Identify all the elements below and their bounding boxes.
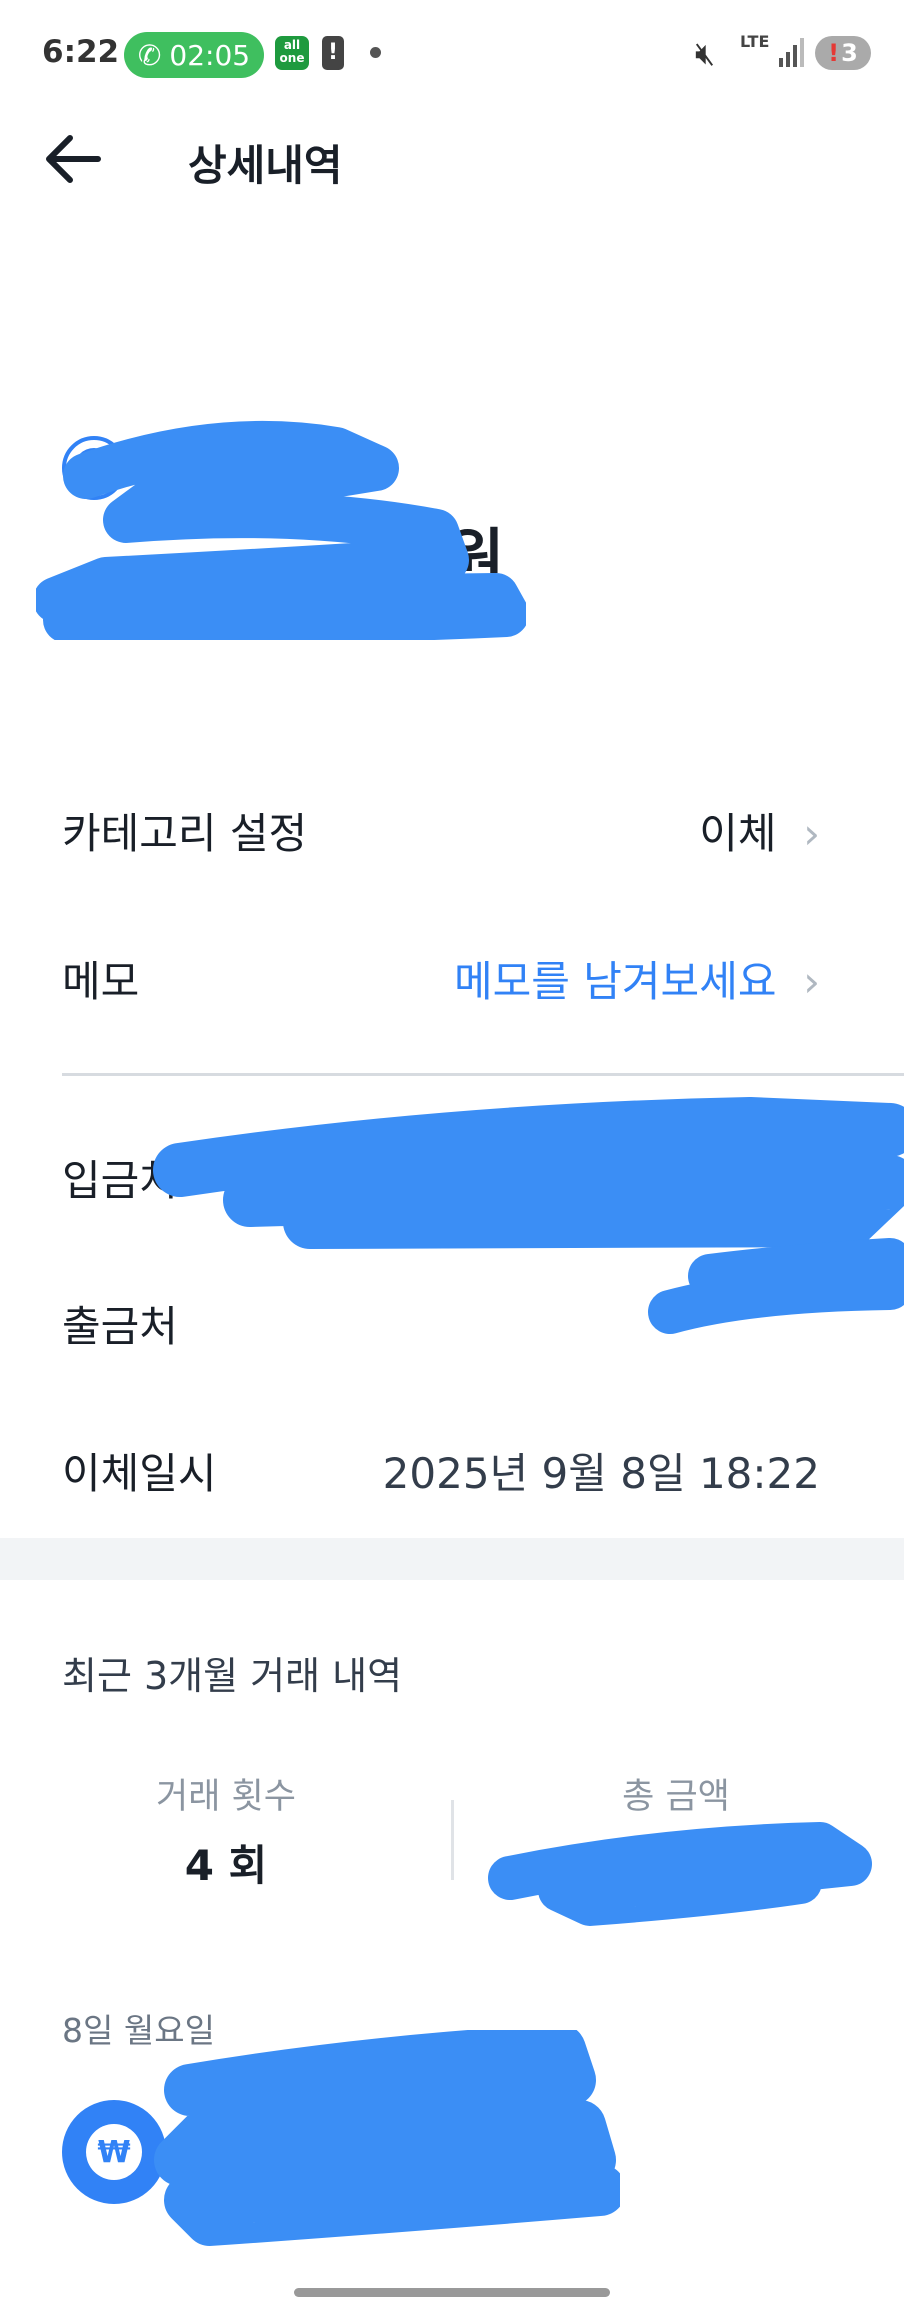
transfer-time-label: 이체일시 — [62, 1449, 217, 1498]
category-value: 이체 — [699, 809, 777, 858]
arrow-left-icon[interactable] — [40, 126, 110, 192]
won-icon: ₩ — [86, 2124, 142, 2180]
redaction-amount — [36, 420, 526, 640]
status-bar: 6:22 ✆ 02:05 all one ! 🔇︎ LTE ! 3 — [0, 0, 904, 110]
alert-icon: ! — [322, 36, 344, 70]
category-setting-button[interactable]: 이체 › — [699, 800, 820, 861]
network-type: LTE — [740, 32, 770, 51]
memo-placeholder: 메모를 남겨보세요 — [454, 957, 777, 1006]
mute-icon: 🔇︎ — [695, 34, 716, 72]
page-title: 상세내역 — [188, 141, 343, 190]
divider — [62, 1073, 904, 1076]
status-time: 6:22 — [42, 34, 120, 70]
battery-icon: ! 3 — [815, 36, 871, 70]
section-separator — [0, 1538, 904, 1580]
transaction-count-value: 4 회 — [184, 1841, 268, 1890]
app-notification-icon: all one — [275, 36, 309, 70]
more-notifications-dot — [370, 47, 381, 58]
call-timer: 02:05 — [169, 38, 251, 72]
redaction-accounts — [153, 1097, 904, 1334]
ongoing-call-pill[interactable]: ✆ 02:05 — [124, 32, 264, 78]
phone-icon: ✆ — [137, 38, 162, 72]
home-indicator[interactable] — [294, 2288, 610, 2297]
redaction-total — [488, 1822, 872, 1926]
memo-label: 메모 — [62, 957, 140, 1006]
transaction-count-label: 거래 횟수 — [156, 1777, 296, 1817]
chevron-right-icon: › — [789, 809, 820, 858]
chevron-right-icon: › — [789, 957, 820, 1006]
stats-divider — [451, 1800, 454, 1880]
redaction-history-item — [154, 2030, 620, 2246]
transfer-time-value: 2025년 9월 8일 18:22 — [382, 1449, 820, 1498]
recent-history-title: 최근 3개월 거래 내역 — [62, 1654, 403, 1698]
memo-button[interactable]: 메모를 남겨보세요 › — [454, 948, 820, 1009]
category-label: 카테고리 설정 — [62, 809, 308, 858]
signal-icon — [779, 38, 804, 67]
